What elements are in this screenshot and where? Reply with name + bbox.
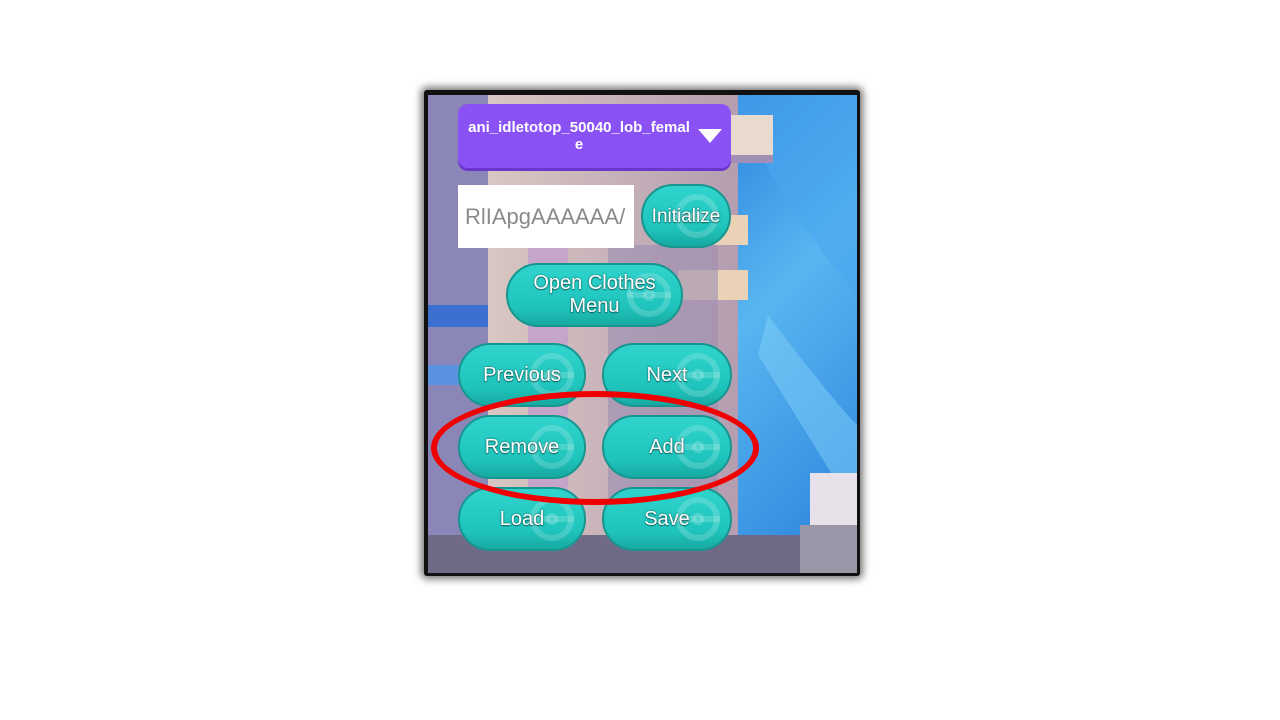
save-button[interactable]: Save	[602, 487, 732, 551]
animation-dropdown[interactable]: ani_idletotop_50040_lob_female	[458, 104, 731, 168]
previous-button[interactable]: Previous	[458, 343, 586, 407]
page: ani_idletotop_50040_lob_female Initializ…	[0, 0, 1280, 720]
add-button[interactable]: Add	[602, 415, 732, 479]
code-input[interactable]	[458, 185, 634, 248]
load-button[interactable]: Load	[458, 487, 586, 551]
remove-button[interactable]: Remove	[458, 415, 586, 479]
dropdown-arrow-icon	[698, 129, 722, 143]
next-button[interactable]: Next	[602, 343, 732, 407]
animation-dropdown-label: ani_idletotop_50040_lob_female	[468, 119, 690, 153]
initialize-button[interactable]: Initialize	[641, 184, 731, 248]
open-clothes-menu-button[interactable]: Open Clothes Menu	[506, 263, 683, 327]
